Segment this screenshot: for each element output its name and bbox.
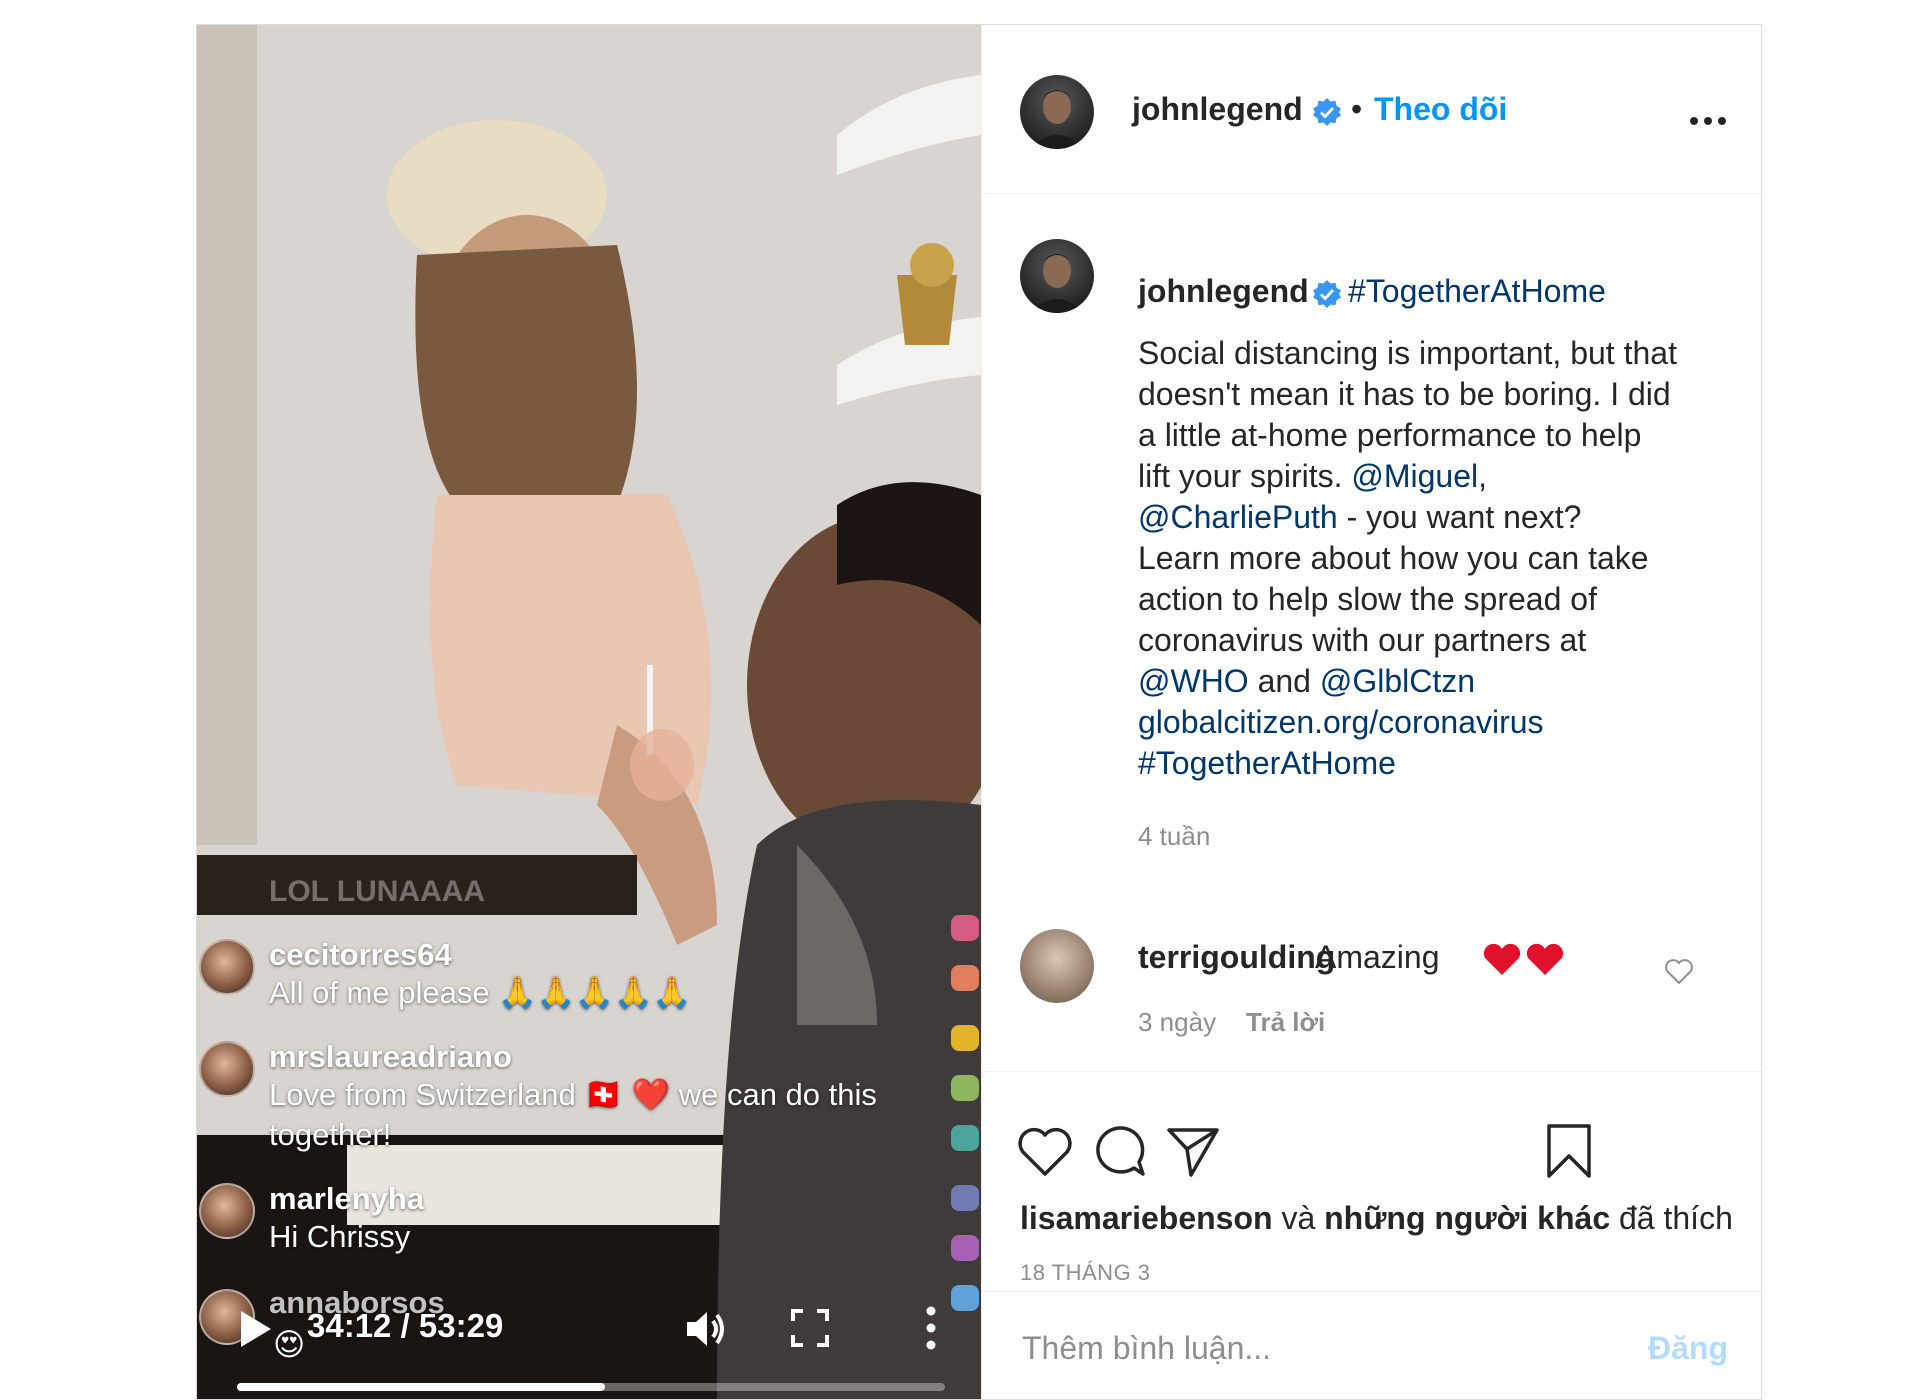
caption-text-segment: a little at-home performance to help [1138,417,1642,453]
caption-line: Learn more about how you can take [1138,538,1728,579]
live-comment-avatar [199,1041,255,1097]
reply-button[interactable]: Trả lời [1246,1007,1325,1038]
volume-icon[interactable] [683,1307,727,1351]
add-comment-input[interactable] [1020,1322,1604,1374]
video-time: 34:12 / 53:29 [307,1307,504,1344]
fullscreen-icon[interactable] [791,1309,829,1347]
liked-by-others-link[interactable]: những người khác [1324,1200,1610,1236]
live-comment-text: Hi Chrissy [269,1219,411,1254]
heart-icon [951,1235,979,1261]
caption-hashtag-link[interactable]: #TogetherAtHome [1348,273,1606,310]
comment-item: terrigoulding Amazing 3 ngày Trả lời [982,925,1761,1065]
caption-link[interactable]: @Miguel [1351,458,1478,494]
caption-link[interactable]: #TogetherAtHome [1138,745,1396,781]
share-paper-plane-icon[interactable] [1164,1122,1222,1180]
save-bookmark-icon[interactable] [1540,1122,1598,1180]
avatar-image [1030,90,1084,149]
liked-by-user-link[interactable]: lisamariebenson [1020,1200,1273,1236]
caption-line: @WHO and @GlblCtzn [1138,661,1728,702]
author-avatar[interactable] [1020,75,1094,149]
add-comment-bar: Đăng [982,1291,1761,1399]
caption-line: Social distancing is important, but that [1138,333,1728,374]
caption-text-segment: Learn more about how you can take [1138,540,1649,576]
likes-conjunction: và [1272,1200,1325,1236]
commenter-avatar[interactable] [1020,929,1094,1003]
heart-icon [951,1075,979,1101]
caption-author-avatar[interactable] [1020,239,1094,313]
likes-suffix: đã thích [1610,1200,1733,1236]
play-icon[interactable] [237,1309,273,1349]
post-details: johnlegend • Theo dõi johnlegend #Togeth… [981,25,1761,1399]
caption-line: #TogetherAtHome [1138,743,1728,784]
caption-section: johnlegend #TogetherAtHome Social distan… [982,193,1761,1083]
like-heart-icon[interactable] [1016,1122,1074,1180]
commenter-username[interactable]: terrigoulding [1138,939,1335,976]
avatar-image [1030,254,1084,313]
likes-summary: lisamariebenson và những người khác đã t… [1020,1200,1733,1237]
post-video[interactable]: LOL LUNAAAA cecitorres64 All of me pleas… [197,25,981,1399]
header-separator: • [1351,91,1363,127]
author-username[interactable]: johnlegend [1132,91,1303,128]
follow-button[interactable]: Theo dõi [1374,91,1507,128]
video-progress-bar[interactable] [237,1383,945,1391]
floating-hearts [939,905,981,1325]
caption-time-ago[interactable]: 4 tuần [1138,821,1210,852]
red-hearts-emoji-icon [1483,943,1564,975]
caption-link[interactable]: @WHO [1138,663,1249,699]
post-date[interactable]: 18 THÁNG 3 [1020,1260,1151,1286]
caption-line: a little at-home performance to help [1138,415,1728,456]
caption-line: globalcitizen.org/coronavirus [1138,702,1728,743]
caption-text: Social distancing is important, but that… [1138,333,1728,784]
caption-link[interactable]: @CharliePuth [1138,499,1338,535]
verified-badge-icon [1313,280,1341,308]
live-comment-text: All of me please 🙏🙏🙏🙏🙏 [269,975,692,1010]
live-comment-user: mrslaureadriano [269,1039,512,1074]
video-controls: 34:12 / 53:29 [197,1283,981,1399]
caption-text-segment: lift your spirits. [1138,458,1352,494]
live-comment-user: cecitorres64 [269,937,452,972]
caption-text-segment: - you want next? [1337,499,1582,535]
heart-icon [951,1185,979,1211]
caption-text-segment: action to help slow the spread of [1138,581,1597,617]
live-comment-avatar [199,1183,255,1239]
more-options-icon[interactable] [1690,117,1730,129]
heart-icon [951,965,979,991]
heart-icon [951,1125,979,1151]
instagram-post: LOL LUNAAAA cecitorres64 All of me pleas… [196,24,1762,1400]
caption-text-segment: Social distancing is important, but that [1138,335,1677,371]
caption-text-segment: coronavirus with our partners at [1138,622,1587,658]
caption-username[interactable]: johnlegend [1138,273,1309,310]
caption-line: action to help slow the spread of [1138,579,1728,620]
more-vertical-icon[interactable] [921,1305,941,1351]
post-header: johnlegend • Theo dõi [982,25,1761,194]
heart-icon [951,915,979,941]
verified-badge-icon [1313,98,1341,126]
caption-line: @CharliePuth - you want next? [1138,497,1728,538]
live-comment-user: marlenyha [269,1181,425,1216]
comment-bubble-icon[interactable] [1090,1122,1148,1180]
video-progress-fill [237,1383,606,1391]
live-comment-avatar [199,939,255,995]
post-comment-button[interactable]: Đăng [1648,1330,1728,1367]
heart-icon [951,1025,979,1051]
live-comment-text: LOL LUNAAAA [269,875,486,908]
post-actions: lisamariebenson và những người khác đã t… [982,1071,1761,1292]
caption-line: doesn't mean it has to be boring. I did [1138,374,1728,415]
caption-link[interactable]: @GlblCtzn [1320,663,1475,699]
caption-text-segment: , [1478,458,1488,494]
comment-like-heart-icon[interactable] [1664,957,1694,985]
caption-text-segment: and [1248,663,1320,699]
comment-time: 3 ngày [1138,1007,1217,1037]
caption-link[interactable]: globalcitizen.org/coronavirus [1138,704,1544,740]
caption-text-segment: doesn't mean it has to be boring. I did [1138,376,1671,412]
caption-line: coronavirus with our partners at [1138,620,1728,661]
comment-text: Amazing [1315,939,1440,975]
caption-line: lift your spirits. @Miguel, [1138,456,1728,497]
live-comment-text: Love from Switzerland 🇨🇭 ❤️ we can do th… [269,1077,877,1152]
